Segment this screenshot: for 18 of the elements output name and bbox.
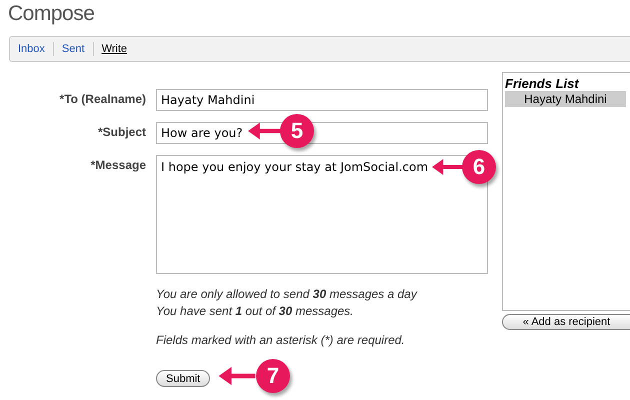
- field-label: *Subject: [96, 124, 146, 141]
- field-label: *Message: [90, 157, 146, 174]
- required-note: Fields marked with an asterisk (*) are required.: [156, 332, 406, 349]
- step-number: 6: [462, 150, 496, 184]
- field-label: *To (Realname): [58, 91, 146, 108]
- page-title: Compose: [7, 1, 96, 27]
- add-recipient-button[interactable]: « Add as recipient: [502, 314, 630, 330]
- step-number: 5: [280, 114, 314, 148]
- friend-item[interactable]: Hayaty Mahdini: [505, 91, 626, 107]
- nav-link[interactable]: Write: [102, 43, 128, 55]
- nav-link[interactable]: Sent: [62, 43, 85, 55]
- list-title: Friends List: [505, 76, 580, 91]
- limit-text: You have sent 1 out of 30 messages.: [156, 303, 355, 320]
- nav-link[interactable]: Inbox: [18, 43, 45, 55]
- input-field[interactable]: Hayaty Mahdini: [156, 89, 488, 111]
- submit-button[interactable]: Submit: [156, 370, 210, 387]
- step-number: 7: [256, 359, 290, 393]
- limit-text: You are only allowed to send 30 messages a day: [156, 286, 418, 303]
